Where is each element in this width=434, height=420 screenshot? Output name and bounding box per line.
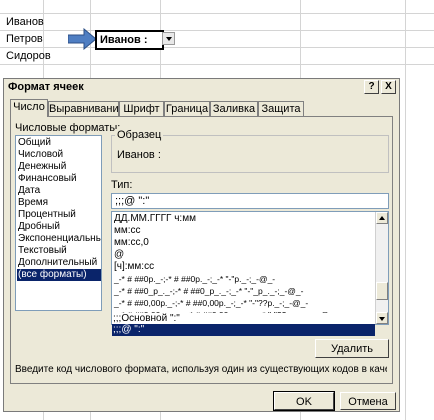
- list-item-selected[interactable]: ;;;@ ":": [112, 324, 375, 336]
- list-item-selected[interactable]: (все форматы): [17, 269, 101, 281]
- pointer-arrow-icon: [68, 28, 97, 50]
- category-list[interactable]: Общий Числовой Денежный Финансовый Дата …: [15, 135, 102, 311]
- grid-line: [0, 13, 434, 14]
- delete-button-label: Удалить: [331, 343, 373, 355]
- tab-protection[interactable]: Защита: [258, 101, 304, 116]
- format-hint: Введите код числового формата, используя…: [15, 364, 387, 375]
- type-list-scrollbar[interactable]: [375, 212, 388, 324]
- grid-line: [0, 47, 434, 48]
- list-item[interactable]: _-* # ##0_р_._-;-* # ##0_р_._-;_-* "-"_р…: [113, 285, 376, 297]
- list-item[interactable]: Дата: [17, 185, 101, 197]
- list-item[interactable]: Текстовый: [17, 245, 101, 257]
- list-item[interactable]: Денежный: [17, 161, 101, 173]
- sample-value: Иванов :: [117, 149, 161, 161]
- ok-button[interactable]: OK: [273, 391, 335, 411]
- dialog-titlebar: Формат ячеек ? X: [4, 79, 399, 97]
- list-item[interactable]: _-* # ##0,00р._-;-* # ##0,00р._-;_-* "-"…: [113, 297, 376, 309]
- help-button[interactable]: ?: [364, 80, 379, 94]
- list-item[interactable]: мм:сс: [113, 225, 376, 237]
- list-item[interactable]: Числовой: [17, 149, 101, 161]
- grid-line: [0, 64, 434, 65]
- sample-label: Образец: [115, 129, 164, 141]
- list-item[interactable]: @: [113, 249, 376, 261]
- delete-button[interactable]: Удалить: [315, 339, 389, 358]
- list-item[interactable]: Общий: [17, 137, 101, 149]
- scroll-thumb[interactable]: [376, 282, 388, 300]
- list-item[interactable]: Экспоненциальный: [17, 233, 101, 245]
- grid-line: [0, 30, 434, 31]
- list-item[interactable]: Время: [17, 197, 101, 209]
- number-formats-label: Числовые форматы:: [15, 122, 121, 134]
- cell-name-3[interactable]: Сидоров: [6, 50, 51, 62]
- tab-number[interactable]: Число: [10, 99, 48, 117]
- tab-border[interactable]: Граница: [164, 101, 210, 116]
- close-button[interactable]: X: [381, 80, 396, 94]
- scroll-down-icon[interactable]: [376, 312, 388, 324]
- cell-dropdown-button[interactable]: [162, 32, 175, 45]
- cell-name-1[interactable]: Иванов: [6, 16, 44, 28]
- grid-line: [405, 0, 406, 420]
- list-item[interactable]: Финансовый: [17, 173, 101, 185]
- cell-name-2[interactable]: Петров: [6, 33, 43, 45]
- tab-fill[interactable]: Заливка: [210, 101, 258, 116]
- active-cell[interactable]: Иванов :: [95, 30, 164, 50]
- scroll-up-icon[interactable]: [376, 212, 388, 224]
- number-tab-panel: Числовые форматы: Общий Числовой Денежны…: [10, 116, 393, 384]
- format-cells-dialog: Формат ячеек ? X Число Выравнивание Шриф…: [3, 78, 400, 412]
- tab-font[interactable]: Шрифт: [119, 101, 164, 116]
- tab-alignment[interactable]: Выравнивание: [48, 101, 125, 116]
- dialog-title: Формат ячеек: [8, 81, 84, 93]
- type-input[interactable]: ;;;@ ":": [111, 193, 389, 209]
- list-item[interactable]: Дробный: [17, 221, 101, 233]
- list-item[interactable]: Процентный: [17, 209, 101, 221]
- cancel-button[interactable]: Отмена: [340, 392, 396, 410]
- list-item[interactable]: Дополнительный: [17, 257, 101, 269]
- type-list[interactable]: ДД.ММ.ГГГГ ч:мм мм:сс мм:сс,0 @ [ч]:мм:с…: [111, 211, 389, 325]
- list-item[interactable]: [ч]:мм:сс: [113, 261, 376, 273]
- list-item[interactable]: мм:сс,0: [113, 237, 376, 249]
- list-item[interactable]: _-* # ##0р._-;-* # ##0р._-;_-* "-"р._-;_…: [113, 273, 376, 285]
- list-item[interactable]: ДД.ММ.ГГГГ ч:мм: [113, 213, 376, 225]
- type-label: Тип:: [111, 179, 133, 191]
